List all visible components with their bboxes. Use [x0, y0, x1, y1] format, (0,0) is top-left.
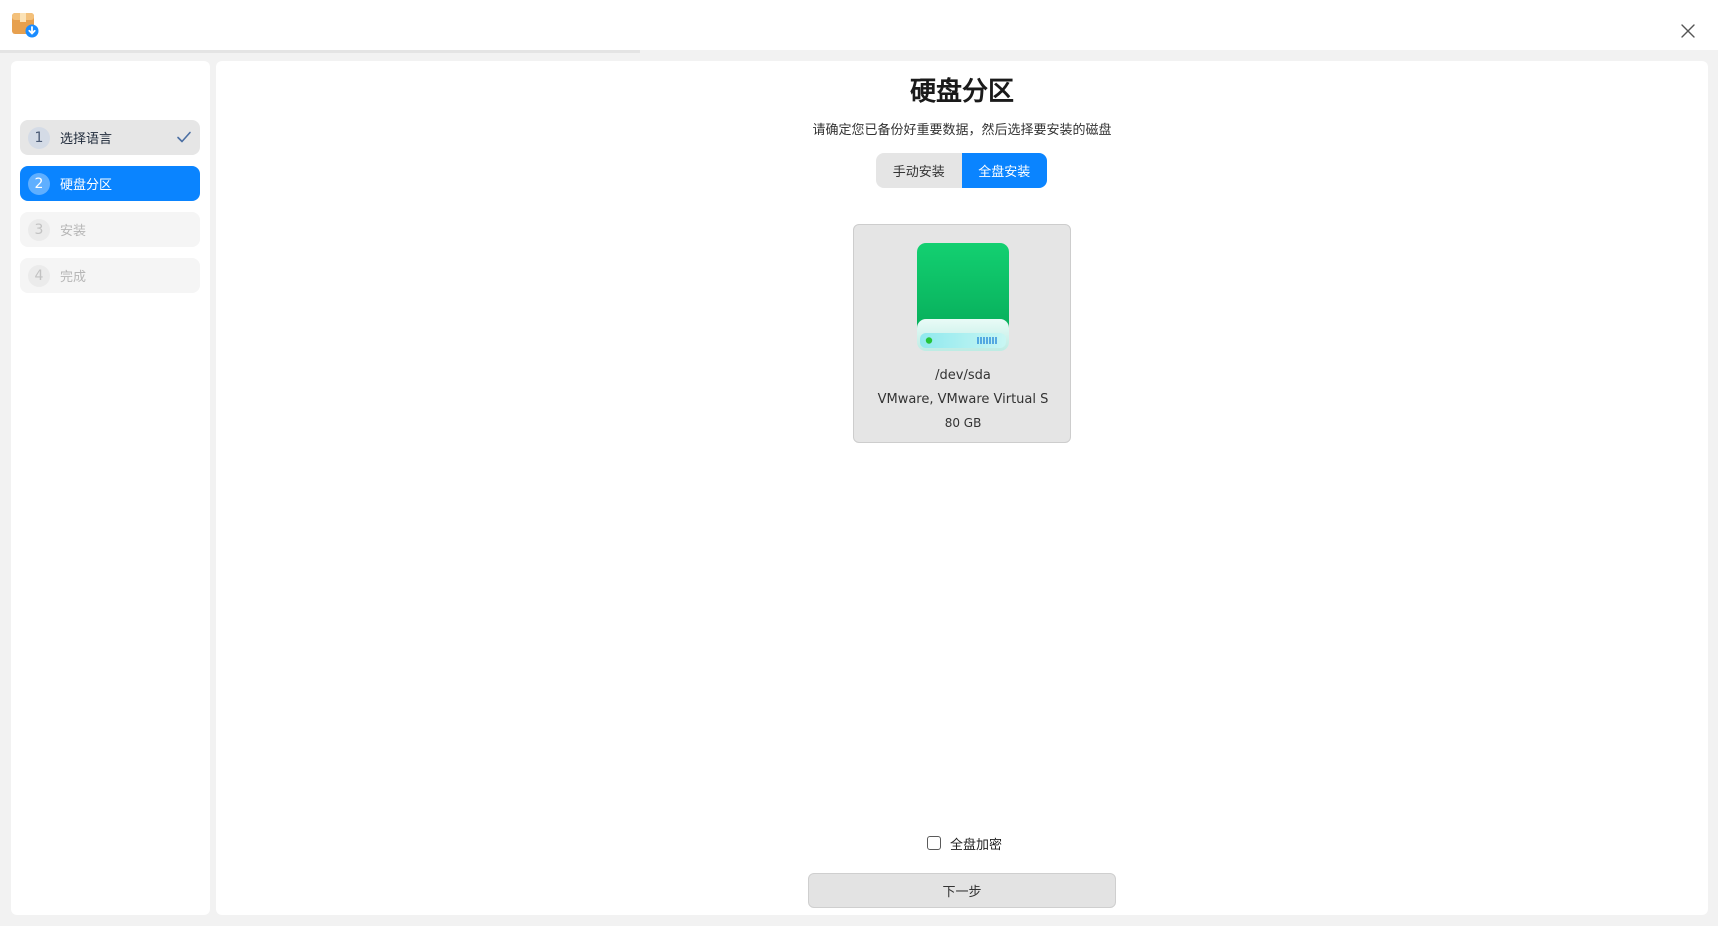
close-button[interactable] — [1676, 19, 1700, 43]
step-disk-partition: 2 硬盘分区 — [20, 166, 200, 201]
step-label: 安装 — [60, 224, 87, 239]
disk-card-sda[interactable]: /dev/sda VMware, VMware Virtual S 80 GB — [853, 224, 1071, 443]
disk-path: /dev/sda — [935, 368, 991, 383]
next-button[interactable]: 下一步 — [808, 873, 1116, 908]
encryption-label: 全盘加密 — [950, 837, 1003, 853]
step-label: 完成 — [60, 270, 87, 285]
step-number: 1 — [28, 126, 50, 149]
step-number: 3 — [28, 218, 50, 241]
check-icon — [177, 131, 191, 143]
step-select-language: 1 选择语言 — [20, 120, 200, 155]
hard-drive-icon — [917, 243, 1009, 351]
page-title: 硬盘分区 — [909, 77, 1014, 107]
full-disk-encryption-toggle[interactable]: 全盘加密 — [927, 833, 1002, 853]
steps-sidebar: 1 选择语言 2 硬盘分区 3 安装 4 完成 — [11, 61, 210, 915]
disk-model: VMware, VMware Virtual S — [877, 392, 1049, 407]
close-icon — [1681, 24, 1695, 38]
install-mode-switch: 手动安装 全盘安装 — [876, 153, 1047, 188]
step-label: 硬盘分区 — [60, 178, 113, 193]
step-number: 4 — [28, 264, 50, 287]
title-bar — [0, 0, 1718, 50]
step-label: 选择语言 — [60, 132, 113, 147]
step-number: 2 — [28, 172, 50, 195]
page-subtitle: 请确定您已备份好重要数据，然后选择要安装的磁盘 — [812, 123, 1112, 138]
step-install: 3 安装 — [20, 212, 200, 247]
installer-app-icon — [12, 13, 39, 38]
title-progress-line — [0, 50, 640, 53]
encryption-checkbox[interactable] — [927, 836, 941, 850]
main-panel: 硬盘分区 请确定您已备份好重要数据，然后选择要安装的磁盘 手动安装 全盘安装 /… — [216, 61, 1708, 915]
tab-manual-install[interactable]: 手动安装 — [876, 153, 962, 188]
tab-full-disk-install[interactable]: 全盘安装 — [961, 153, 1047, 188]
disk-size: 80 GB — [944, 416, 982, 430]
step-finish: 4 完成 — [20, 258, 200, 293]
